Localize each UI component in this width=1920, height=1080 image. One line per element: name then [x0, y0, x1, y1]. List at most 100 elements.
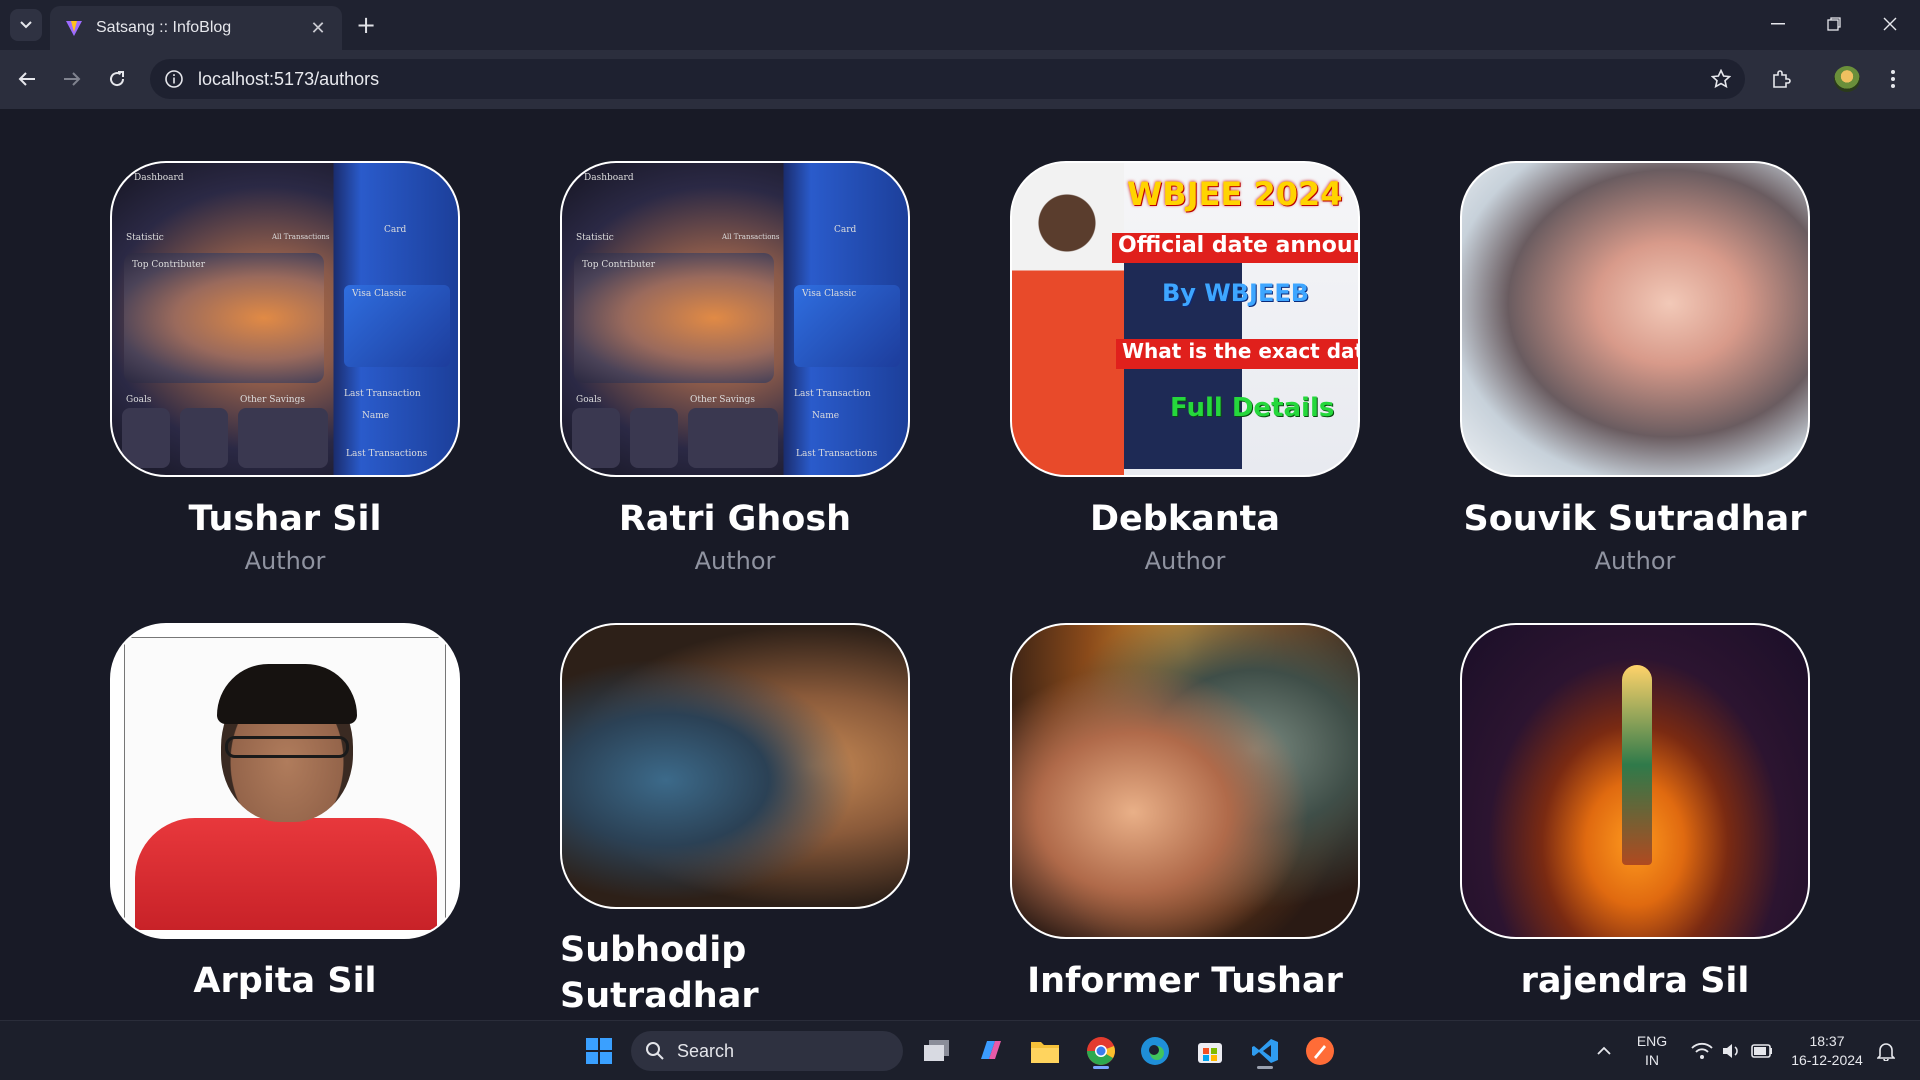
dashboard-panel [124, 253, 324, 383]
author-card[interactable]: rajendra Sil [1460, 623, 1810, 1003]
dash-savings: Other Savings [240, 395, 305, 405]
close-window-button[interactable] [1872, 8, 1908, 40]
postman-button[interactable] [1300, 1031, 1340, 1071]
menu-button[interactable] [1876, 62, 1910, 96]
clock-date: 16-12-2024 [1791, 1052, 1863, 1068]
authors-page: Dashboard Statistic All Transactions Top… [0, 109, 1920, 1020]
dash-card: Card [834, 225, 857, 235]
postman-icon [1306, 1037, 1334, 1065]
chevron-down-icon [20, 21, 32, 29]
author-card[interactable]: Subhodip Sutradhar [560, 623, 910, 1019]
passport-hair [217, 664, 357, 724]
author-card[interactable]: Arpita Sil [110, 623, 460, 1003]
minimize-button[interactable] [1760, 8, 1796, 40]
profile-button[interactable] [1830, 62, 1864, 96]
vite-logo-icon [66, 21, 82, 36]
edge-button[interactable] [1135, 1031, 1175, 1071]
author-card[interactable]: Dashboard Statistic All Transactions Top… [560, 161, 910, 575]
task-view-icon [924, 1040, 949, 1061]
restore-button[interactable] [1816, 8, 1852, 40]
goal-tile [180, 408, 228, 468]
author-photo: Dashboard Statistic All Transactions Top… [110, 161, 460, 477]
store-button[interactable] [1190, 1031, 1230, 1071]
author-name: Ratri Ghosh [618, 499, 852, 539]
battery-icon [1751, 1044, 1772, 1058]
dash-heading: Dashboard [134, 173, 184, 183]
restore-icon [1827, 17, 1841, 31]
wbjee-banner: Official date announced [1112, 233, 1358, 263]
dash-last-tx: Last Transaction [344, 389, 421, 399]
new-tab-button[interactable]: + [352, 11, 380, 39]
volume-icon [1723, 1044, 1738, 1058]
deity-figure [1622, 665, 1652, 865]
dash-last-txs: Last Transactions [346, 449, 428, 459]
clock[interactable]: 18:37 16-12-2024 [1784, 1032, 1870, 1070]
chrome-button[interactable] [1081, 1031, 1121, 1071]
author-role: Author [244, 547, 326, 575]
extensions-button[interactable] [1764, 62, 1798, 96]
author-card[interactable]: Souvik Sutradhar Author [1460, 161, 1810, 575]
reload-button[interactable] [100, 62, 134, 96]
dash-card: Card [384, 225, 407, 235]
language-code: ENG [1636, 1033, 1668, 1049]
wifi-icon [1691, 1042, 1713, 1059]
goal-tile [630, 408, 678, 468]
address-bar[interactable]: localhost:5173/authors [150, 59, 1745, 99]
taskbar-search[interactable]: Search [631, 1031, 903, 1071]
dash-visa: Visa Classic [352, 289, 407, 299]
tab-search-button[interactable] [10, 9, 42, 41]
arrow-left-icon [18, 72, 35, 86]
arrow-right-icon [64, 72, 81, 86]
system-tray-expand[interactable] [1584, 1031, 1624, 1071]
bookmark-button[interactable] [1707, 65, 1735, 93]
back-button[interactable] [10, 62, 44, 96]
file-explorer-button[interactable] [1025, 1031, 1065, 1071]
site-info-icon[interactable] [164, 69, 184, 89]
chevron-up-icon [1597, 1046, 1611, 1055]
author-name: Informer Tushar [1027, 961, 1343, 1001]
wbjee-details: Full Details [1170, 393, 1335, 423]
dashboard-panel [574, 253, 774, 383]
author-photo: WBJEE 2024 Official date announced By WB… [1010, 161, 1360, 477]
dash-heading: Dashboard [584, 173, 634, 183]
author-name: Arpita Sil [193, 961, 377, 1001]
author-photo [1010, 623, 1360, 939]
bell-icon [1877, 1043, 1895, 1061]
folder-icon [1031, 1042, 1059, 1063]
author-card[interactable]: WBJEE 2024 Official date announced By WB… [1010, 161, 1360, 575]
dash-goals: Goals [576, 395, 602, 405]
dash-statistic: Statistic [126, 233, 164, 243]
windows-logo-icon [586, 1038, 612, 1064]
start-button[interactable] [579, 1031, 619, 1071]
author-name: Souvik Sutradhar [1463, 499, 1807, 539]
author-photo [1460, 623, 1810, 939]
author-card[interactable]: Informer Tushar [1010, 623, 1360, 1003]
forward-button[interactable] [55, 62, 89, 96]
goal-tile [572, 408, 620, 468]
windows-taskbar: Search ENG IN 18:37 16-12-2024 [0, 1020, 1920, 1080]
dash-top: Top Contributer [132, 260, 206, 270]
vscode-icon [1252, 1039, 1278, 1063]
tab-close-icon[interactable]: ✕ [308, 18, 328, 39]
copilot-icon [981, 1041, 1001, 1059]
notifications-button[interactable] [1866, 1031, 1906, 1071]
task-view-button[interactable] [917, 1031, 957, 1071]
dash-last-txs: Last Transactions [796, 449, 878, 459]
browser-tab-active[interactable]: Satsang :: InfoBlog ✕ [50, 6, 342, 50]
active-indicator [1257, 1066, 1273, 1069]
browser-toolbar: localhost:5173/authors [0, 50, 1920, 109]
clock-time: 18:37 [1809, 1033, 1845, 1049]
quick-settings-button[interactable] [1684, 1031, 1780, 1071]
author-card[interactable]: Dashboard Statistic All Transactions Top… [110, 161, 460, 575]
wbjee-title: WBJEE 2024 [1127, 175, 1343, 213]
language-indicator[interactable]: ENG IN [1632, 1032, 1672, 1070]
reload-icon [110, 71, 125, 87]
copilot-button[interactable] [971, 1031, 1011, 1071]
author-role: Author [1144, 547, 1226, 575]
dash-all-tx: All Transactions [722, 233, 780, 241]
author-role: Author [1594, 547, 1676, 575]
search-icon [646, 1042, 664, 1060]
dash-top: Top Contributer [582, 260, 656, 270]
tab-title: Satsang :: InfoBlog [96, 19, 232, 36]
vscode-button[interactable] [1245, 1031, 1285, 1071]
